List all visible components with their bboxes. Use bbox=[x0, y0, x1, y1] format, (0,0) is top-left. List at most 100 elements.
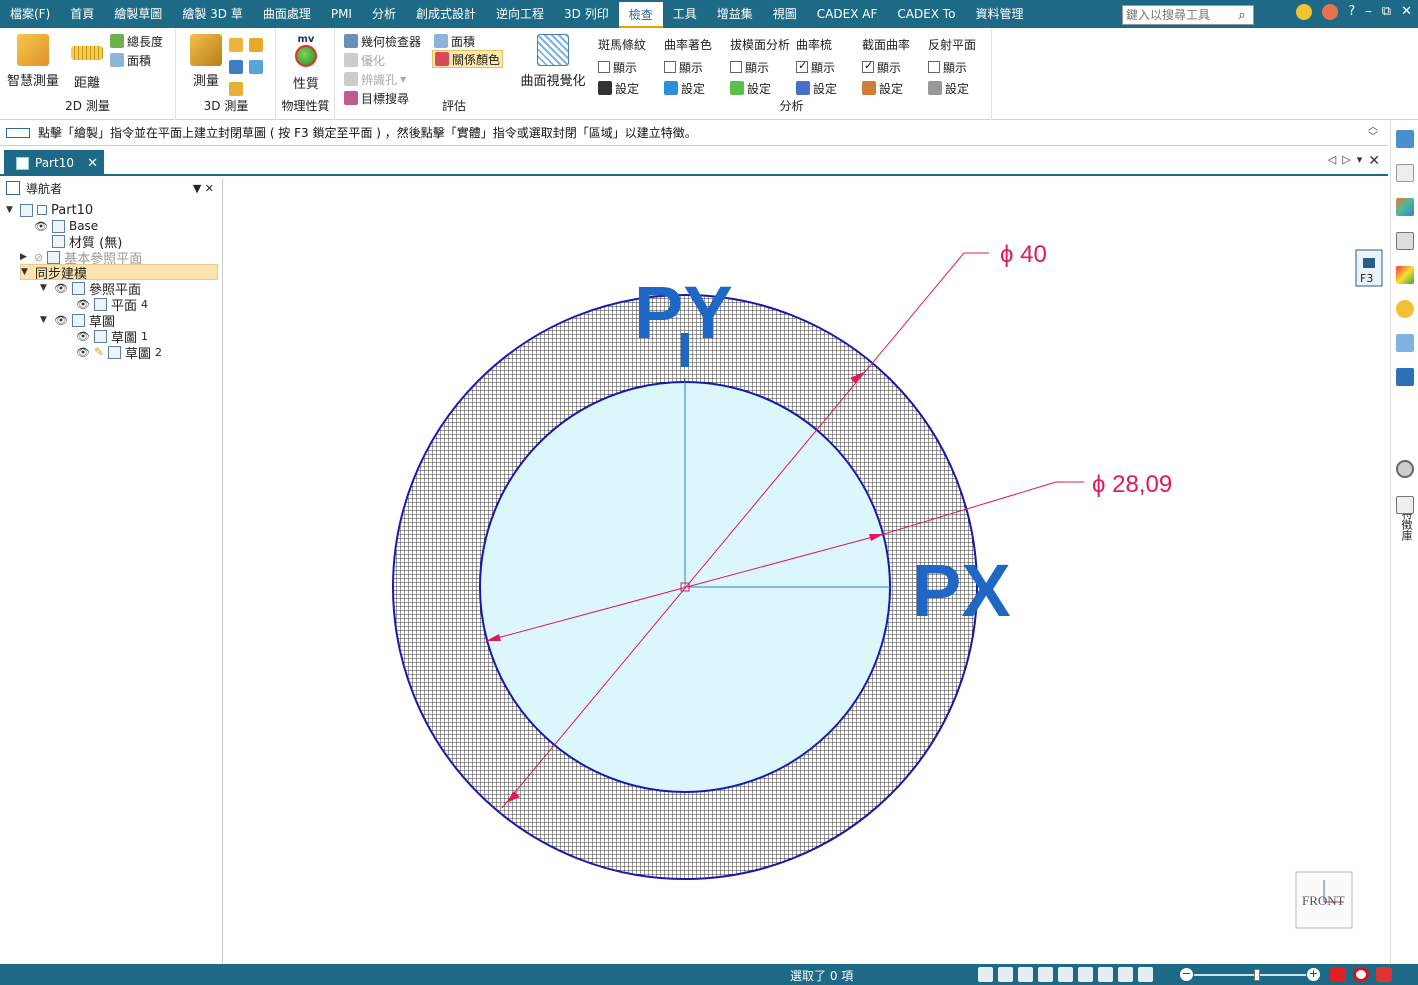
area-evaluate-button[interactable]: 面積 bbox=[434, 32, 475, 50]
palette-icon[interactable] bbox=[1396, 198, 1414, 216]
analysis-show-4[interactable]: 顯示 bbox=[862, 58, 901, 76]
color-icon[interactable] bbox=[1396, 266, 1414, 284]
close-icon[interactable]: ✕ bbox=[1401, 4, 1412, 20]
prev-doc-icon[interactable]: ◁ bbox=[1328, 153, 1336, 169]
share-icon[interactable] bbox=[1376, 967, 1392, 982]
measure-query-button[interactable] bbox=[249, 58, 263, 76]
menu-tab-16[interactable]: 資料管理 bbox=[965, 0, 1033, 28]
analysis-setting-1[interactable]: 設定 bbox=[664, 79, 705, 97]
fit-icon[interactable] bbox=[1018, 967, 1033, 982]
view-icon[interactable] bbox=[1396, 334, 1414, 352]
help-icon[interactable] bbox=[1396, 164, 1414, 182]
zoom-slider[interactable]: − + bbox=[1180, 968, 1320, 982]
menu-tab-9[interactable]: 3D 列印 bbox=[554, 0, 619, 28]
view-orient-icon[interactable] bbox=[1078, 967, 1093, 982]
layers-icon[interactable] bbox=[1396, 232, 1414, 250]
show-checkbox[interactable] bbox=[730, 61, 742, 73]
collapse-icon[interactable]: ▼ bbox=[40, 315, 50, 325]
measure-coordinate-button[interactable] bbox=[229, 80, 243, 98]
minimize-icon[interactable]: – bbox=[1365, 4, 1372, 20]
physical-property-button[interactable]: mv 性質 bbox=[279, 32, 333, 94]
search-icon[interactable]: ⌕ bbox=[1233, 8, 1251, 23]
dim-text-inner[interactable]: ϕ 28,09 bbox=[1092, 471, 1172, 498]
doc-list-icon[interactable]: ▾ bbox=[1357, 153, 1363, 169]
close-doc-icon[interactable]: ✕ bbox=[1368, 153, 1380, 169]
tree-item-sketch-2[interactable]: 👁 ✎ 草圖 2 bbox=[76, 344, 162, 362]
menu-tab-10[interactable]: 檢查 bbox=[618, 2, 663, 28]
distance-button[interactable]: 距離 bbox=[60, 32, 114, 94]
measure-angle-3d-button[interactable] bbox=[249, 36, 263, 54]
menu-tab-5[interactable]: PMI bbox=[321, 0, 362, 28]
shading-icon[interactable] bbox=[1118, 967, 1133, 982]
tree-item-part10[interactable]: ▼ Part10 bbox=[6, 202, 93, 218]
analysis-show-5[interactable]: 顯示 bbox=[928, 58, 967, 76]
zoom-in-button[interactable]: + bbox=[1307, 968, 1320, 981]
scroll-down-icon[interactable]: ﹀ bbox=[1368, 133, 1378, 143]
menu-tab-12[interactable]: 增益集 bbox=[707, 0, 763, 28]
sketch-view[interactable]: PY PX ϕ 40 ϕ 28,09 F3 FRONT bbox=[224, 178, 1388, 964]
search-box[interactable]: ⌕ bbox=[1122, 5, 1254, 25]
collapse-icon[interactable]: ▼ bbox=[6, 205, 16, 215]
menu-tab-7[interactable]: 創成式設計 bbox=[406, 0, 486, 28]
youtube-icon[interactable] bbox=[1330, 967, 1346, 982]
next-doc-icon[interactable]: ▷ bbox=[1342, 153, 1350, 169]
display-style-icon[interactable] bbox=[1138, 967, 1153, 982]
pan-icon[interactable] bbox=[1038, 967, 1053, 982]
menu-tab-1[interactable]: 首頁 bbox=[60, 0, 104, 28]
collapse-icon[interactable]: ▼ bbox=[40, 283, 50, 293]
show-checkbox[interactable] bbox=[664, 61, 676, 73]
close-tab-icon[interactable]: ✕ bbox=[87, 156, 98, 171]
analysis-setting-4[interactable]: 設定 bbox=[862, 79, 903, 97]
show-checkbox[interactable] bbox=[862, 59, 874, 73]
menu-tab-4[interactable]: 曲面處理 bbox=[253, 0, 321, 28]
analysis-setting-5[interactable]: 設定 bbox=[928, 79, 969, 97]
tab-part10[interactable]: Part10 ✕ bbox=[4, 150, 104, 176]
analysis-show-0[interactable]: 顯示 bbox=[598, 58, 637, 76]
restore-icon[interactable]: ⧉ bbox=[1382, 4, 1391, 20]
keyboard-icon[interactable] bbox=[6, 127, 30, 138]
identify-hole-button[interactable]: 辨識孔 ▼ bbox=[344, 70, 406, 88]
menu-tab-15[interactable]: CADEX To bbox=[887, 0, 965, 28]
sketch-view-icon[interactable] bbox=[1098, 967, 1113, 982]
zoom-area-icon[interactable] bbox=[978, 967, 993, 982]
measure-3d-button[interactable]: 測量 bbox=[179, 32, 233, 94]
eye-icon[interactable]: 👁 bbox=[76, 330, 90, 343]
dim-text-outer[interactable]: ϕ 40 bbox=[1000, 241, 1047, 268]
navigator-close-icon[interactable]: ✕ bbox=[205, 182, 214, 195]
analysis-setting-2[interactable]: 設定 bbox=[730, 79, 771, 97]
show-checkbox[interactable] bbox=[928, 61, 940, 73]
prompt-scroll[interactable]: ︿ ﹀ bbox=[1368, 123, 1378, 143]
area-2d-button[interactable]: 面積 bbox=[110, 51, 151, 69]
smile-feedback-icon[interactable] bbox=[1296, 4, 1313, 20]
analysis-setting-3[interactable]: 設定 bbox=[796, 79, 837, 97]
zoom-thumb[interactable] bbox=[1254, 969, 1260, 981]
menu-tab-2[interactable]: 繪製草圖 bbox=[104, 0, 172, 28]
menu-tab-13[interactable]: 視圖 bbox=[763, 0, 807, 28]
zoom-track[interactable] bbox=[1194, 974, 1306, 976]
zoom-out-button[interactable]: − bbox=[1180, 968, 1193, 981]
geometry-inspector-button[interactable]: 幾何檢查器 bbox=[344, 32, 421, 50]
analysis-show-2[interactable]: 顯示 bbox=[730, 58, 769, 76]
zoom-icon[interactable] bbox=[998, 967, 1013, 982]
settings-icon[interactable] bbox=[1396, 460, 1414, 478]
expand-icon[interactable]: ▶ bbox=[20, 252, 30, 262]
ribbon-icon[interactable] bbox=[1396, 130, 1414, 148]
eye-icon[interactable]: 👁 bbox=[76, 346, 90, 359]
menu-tab-0[interactable]: 檔案(F) bbox=[0, 0, 60, 28]
eye-icon[interactable]: 👁 bbox=[76, 298, 90, 311]
show-checkbox[interactable] bbox=[796, 59, 808, 73]
menu-tab-8[interactable]: 逆向工程 bbox=[486, 0, 554, 28]
surface-visualization-button[interactable]: 曲面視覺化 bbox=[518, 32, 588, 94]
optimize-button[interactable]: 優化 bbox=[344, 51, 385, 69]
relation-color-button[interactable]: 關係顏色 bbox=[432, 50, 504, 68]
smart-measure-button[interactable]: 智慧測量 bbox=[6, 32, 60, 94]
collapse-icon[interactable]: ▼ bbox=[21, 267, 31, 277]
tree-item-sketches[interactable]: ▼ 👁 草圖 bbox=[40, 312, 115, 330]
menu-tab-11[interactable]: 工具 bbox=[663, 0, 707, 28]
dropdown-arrow-icon[interactable]: ▼ bbox=[400, 75, 406, 84]
show-checkbox[interactable] bbox=[598, 61, 610, 73]
navigator-menu-icon[interactable]: ▼ bbox=[193, 182, 201, 195]
view-cube[interactable]: FRONT bbox=[1295, 871, 1353, 929]
key-icon[interactable] bbox=[1396, 300, 1414, 318]
help-icon[interactable]: ? bbox=[1348, 4, 1355, 20]
